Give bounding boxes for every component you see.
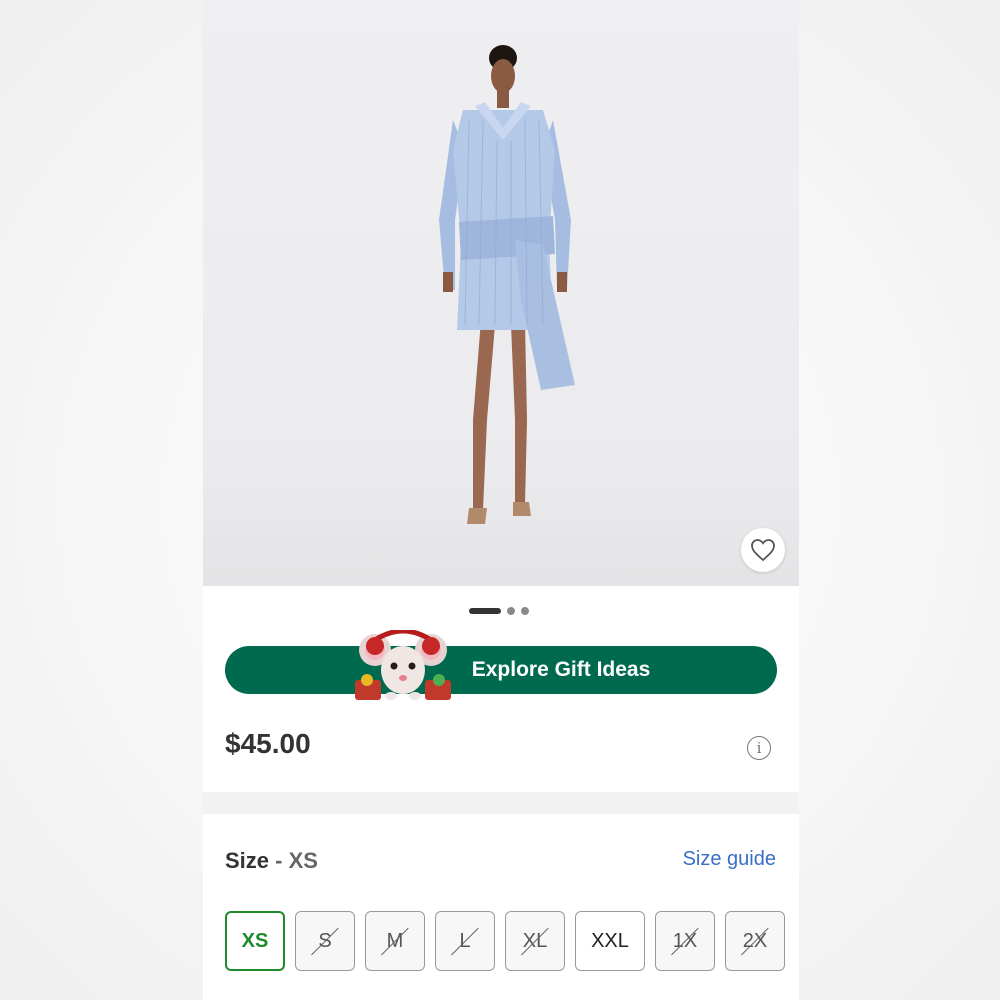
size-separator: - xyxy=(269,848,289,873)
size-option-s[interactable]: S xyxy=(295,911,355,971)
product-summary-card: Explore Gift Ideas $45.00 i xyxy=(203,586,799,792)
carousel-dot-active[interactable] xyxy=(469,608,501,614)
size-option-xxl[interactable]: XXL xyxy=(575,911,645,971)
size-guide-link[interactable]: Size guide xyxy=(683,848,776,871)
explore-gift-ideas-button[interactable]: Explore Gift Ideas xyxy=(225,646,777,694)
info-icon[interactable]: i xyxy=(747,736,771,760)
size-selector-card: Size - XS Size guide XS S M L XL XXL 1X … xyxy=(203,814,799,1000)
product-page: Explore Gift Ideas $45.00 i Size - XS Si… xyxy=(203,0,799,1000)
size-option-l[interactable]: L xyxy=(435,911,495,971)
product-price: $45.00 xyxy=(225,728,311,759)
mouse-with-earmuffs-icon xyxy=(355,630,451,700)
product-image[interactable] xyxy=(203,0,799,586)
size-options: XS S M L XL XXL 1X 2X xyxy=(225,911,785,971)
size-label: Size xyxy=(225,848,270,873)
size-option-xl[interactable]: XL xyxy=(505,911,565,971)
gift-button-label: Explore Gift Ideas xyxy=(471,658,651,681)
size-option-label: XXL xyxy=(591,929,629,952)
size-option-m[interactable]: M xyxy=(365,911,425,971)
size-option-xs[interactable]: XS xyxy=(225,911,285,971)
favorite-button[interactable] xyxy=(741,528,785,572)
size-heading: Size - XS xyxy=(225,848,318,874)
carousel-dot[interactable] xyxy=(507,607,515,615)
model-in-shirt-dress xyxy=(439,45,575,524)
size-option-1x[interactable]: 1X xyxy=(655,911,715,971)
carousel-dot[interactable] xyxy=(521,607,529,615)
selected-size-value: XS xyxy=(288,848,318,873)
size-option-2x[interactable]: 2X xyxy=(725,911,785,971)
image-carousel-dots[interactable] xyxy=(469,607,529,615)
heart-outline-icon xyxy=(751,539,775,562)
size-option-label: XS xyxy=(241,929,269,952)
